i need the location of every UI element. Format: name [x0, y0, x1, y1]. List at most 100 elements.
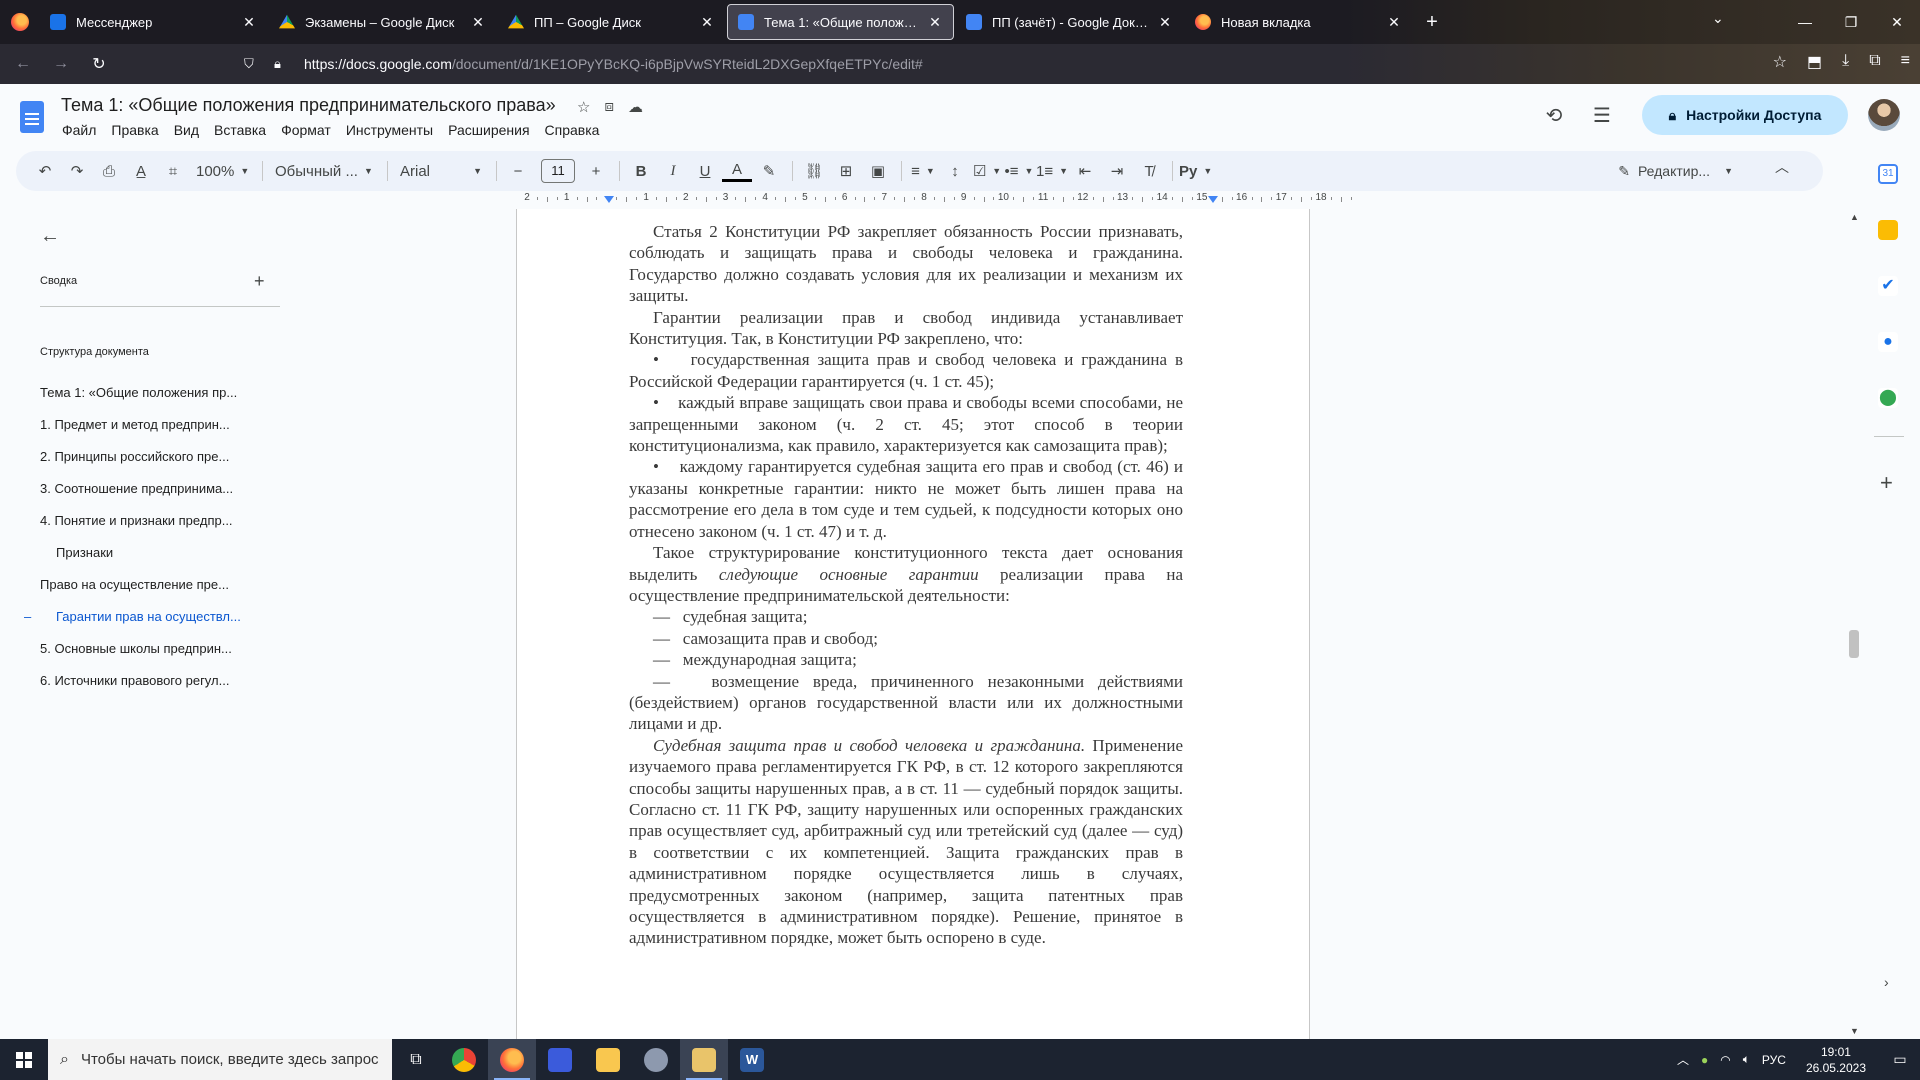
increase-indent-icon[interactable]: ⇥ — [1102, 157, 1132, 185]
firefox-taskbar-icon[interactable] — [488, 1039, 536, 1080]
left-indent-marker[interactable] — [604, 196, 614, 203]
outline-item[interactable]: – Гарантии прав на осуществл... — [16, 601, 316, 633]
expand-panel-chevron-icon[interactable]: › — [1884, 974, 1889, 990]
volume-icon[interactable]: 🔈︎ — [1743, 1052, 1750, 1067]
decrease-font-size-icon[interactable]: − — [503, 157, 533, 185]
avatar[interactable] — [1868, 99, 1900, 131]
menu-item[interactable]: Файл — [62, 122, 96, 138]
paint-format-icon[interactable]: ⌗ — [158, 157, 188, 185]
show-hidden-icons-chevron-icon[interactable]: ︿ — [1677, 1051, 1689, 1068]
task-view-icon[interactable]: ⧉ — [392, 1039, 440, 1080]
text-color-icon[interactable]: A — [722, 160, 752, 182]
menu-item[interactable]: Правка — [111, 122, 158, 138]
close-tab-icon[interactable]: ✕ — [1386, 14, 1402, 31]
menu-item[interactable]: Формат — [281, 122, 331, 138]
scrollbar-thumb[interactable] — [1849, 630, 1859, 658]
vertical-scrollbar[interactable] — [1848, 209, 1860, 1039]
downloads-icon[interactable]: ⤓ — [1842, 52, 1849, 72]
comments-icon[interactable]: ☰ — [1582, 103, 1622, 128]
insert-link-icon[interactable]: ⛓ — [799, 157, 829, 185]
maximize-button[interactable]: ❐ — [1828, 0, 1874, 44]
outline-item[interactable]: 2. Принципы российского пре... — [16, 441, 316, 473]
outline-item[interactable]: Тема 1: «Общие положения пр... — [16, 377, 316, 409]
menu-item[interactable]: Вставка — [214, 122, 266, 138]
image-app-taskbar-icon[interactable] — [680, 1039, 728, 1080]
outline-item[interactable]: 4. Понятие и признаки предпр... — [16, 505, 316, 537]
browser-tab[interactable]: ПП – Google Диск ✕ — [498, 4, 725, 40]
italic-icon[interactable]: I — [658, 157, 688, 185]
clock[interactable]: 19:01 26.05.2023 — [1806, 1044, 1866, 1076]
scroll-up-arrow-icon[interactable]: ▲ — [1850, 212, 1859, 222]
menu-item[interactable]: Вид — [174, 122, 199, 138]
notifications-icon[interactable]: ▭ — [1880, 1051, 1920, 1068]
close-tab-icon[interactable]: ✕ — [241, 14, 257, 31]
spellcheck-icon[interactable]: A̲ — [126, 157, 156, 185]
redo-icon[interactable]: ↷ — [62, 157, 92, 185]
outline-item[interactable]: 6. Источники правового регул... — [16, 665, 316, 697]
font-select[interactable]: Arial ▼ — [394, 157, 488, 185]
input-tools-icon[interactable]: Рy ▼ — [1179, 157, 1212, 185]
document-page[interactable]: Статья 2 Конституции РФ закрепляет обяза… — [516, 209, 1310, 1039]
document-body[interactable]: Статья 2 Конституции РФ закрепляет обяза… — [629, 221, 1183, 949]
scroll-down-arrow-icon[interactable]: ▼ — [1850, 1026, 1859, 1036]
increase-font-size-icon[interactable]: + — [581, 157, 611, 185]
bold-icon[interactable]: B — [626, 157, 656, 185]
tab-list-chevron-icon[interactable]: ⌄ — [1712, 10, 1724, 27]
bookmark-star-icon[interactable]: ☆ — [1773, 52, 1787, 72]
font-size-input[interactable]: 11 — [541, 159, 575, 183]
browser-tab[interactable]: Тема 1: «Общие положения п ✕ — [727, 4, 954, 40]
browser-tab[interactable]: Мессенджер ✕ — [40, 4, 267, 40]
numbered-list-icon[interactable]: 1≡ ▼ — [1036, 157, 1068, 185]
file-explorer-taskbar-icon[interactable] — [584, 1039, 632, 1080]
outline-item[interactable]: 3. Соотношение предпринима... — [16, 473, 316, 505]
decrease-indent-icon[interactable]: ⇤ — [1070, 157, 1100, 185]
zoom-select[interactable]: 100% ▼ — [190, 157, 254, 185]
browser-tab[interactable]: ПП (зачёт) - Google Документ ✕ — [956, 4, 1183, 40]
app-taskbar-icon[interactable] — [632, 1039, 680, 1080]
address-bar[interactable]: ⛉ 🔒︎ https://docs.google.com/document/d/… — [244, 48, 1644, 80]
menu-item[interactable]: Инструменты — [346, 122, 433, 138]
close-window-button[interactable]: ✕ — [1874, 0, 1920, 44]
google-docs-logo-icon[interactable] — [20, 101, 44, 133]
close-tab-icon[interactable]: ✕ — [470, 14, 486, 31]
close-tab-icon[interactable]: ✕ — [927, 14, 943, 31]
move-folder-icon[interactable]: ⧈ — [604, 98, 614, 116]
star-icon[interactable]: ☆ — [577, 98, 590, 116]
app-status-icon[interactable]: ● — [1701, 1053, 1708, 1067]
share-button[interactable]: 🔒︎ Настройки Доступа — [1642, 95, 1848, 135]
ruler[interactable]: 2 1 1 2 3 4 5 6 7 8 9 10 11 12 13 14 15 16 17 18 — [516, 192, 1352, 206]
clear-formatting-icon[interactable]: T̸ — [1134, 157, 1164, 185]
outline-item[interactable]: Признаки — [16, 537, 316, 569]
add-comment-icon[interactable]: ⊞ — [831, 157, 861, 185]
add-addon-icon[interactable]: + — [1880, 470, 1893, 496]
highlight-icon[interactable]: ✎ — [754, 157, 784, 185]
taskbar-search-box[interactable]: ⌕ Чтобы начать поиск, введите здесь запр… — [48, 1039, 392, 1080]
outline-item[interactable]: 1. Предмет и метод предприн... — [16, 409, 316, 441]
app-menu-icon[interactable]: ≡ — [1901, 52, 1910, 72]
new-tab-button[interactable]: + — [1414, 11, 1450, 34]
insert-image-icon[interactable]: ▣ — [863, 157, 893, 185]
keep-icon[interactable] — [1878, 220, 1898, 240]
forward-button[interactable]: → — [46, 55, 76, 73]
extensions-icon[interactable]: ⧉ — [1869, 52, 1880, 72]
reload-button[interactable]: ↻ — [84, 54, 114, 74]
style-select[interactable]: Обычный ... ▼ — [269, 157, 379, 185]
outline-item[interactable]: 5. Основные школы предприн... — [16, 633, 316, 665]
menu-item[interactable]: Справка — [545, 122, 600, 138]
add-summary-button[interactable]: + — [254, 271, 265, 292]
tasks-icon[interactable]: ✔ — [1878, 276, 1898, 296]
checklist-icon[interactable]: ☑ ▼ — [972, 157, 1002, 185]
wifi-icon[interactable]: ◠ — [1720, 1053, 1730, 1067]
calendar-icon[interactable]: 31 — [1878, 164, 1898, 184]
save-app-taskbar-icon[interactable] — [536, 1039, 584, 1080]
undo-icon[interactable]: ↶ — [30, 157, 60, 185]
print-icon[interactable]: ⎙ — [94, 157, 124, 185]
contacts-icon[interactable]: ● — [1878, 332, 1898, 352]
underline-icon[interactable]: U — [690, 157, 720, 185]
start-button[interactable] — [0, 1039, 48, 1080]
pocket-icon[interactable]: ⬒ — [1807, 52, 1822, 72]
outline-item[interactable]: Право на осуществление пре... — [16, 569, 316, 601]
maps-icon[interactable]: ⬤ — [1878, 388, 1898, 408]
document-title[interactable]: Тема 1: «Общие положения предприниматель… — [61, 95, 556, 116]
cloud-saved-icon[interactable]: ☁ — [628, 98, 643, 116]
